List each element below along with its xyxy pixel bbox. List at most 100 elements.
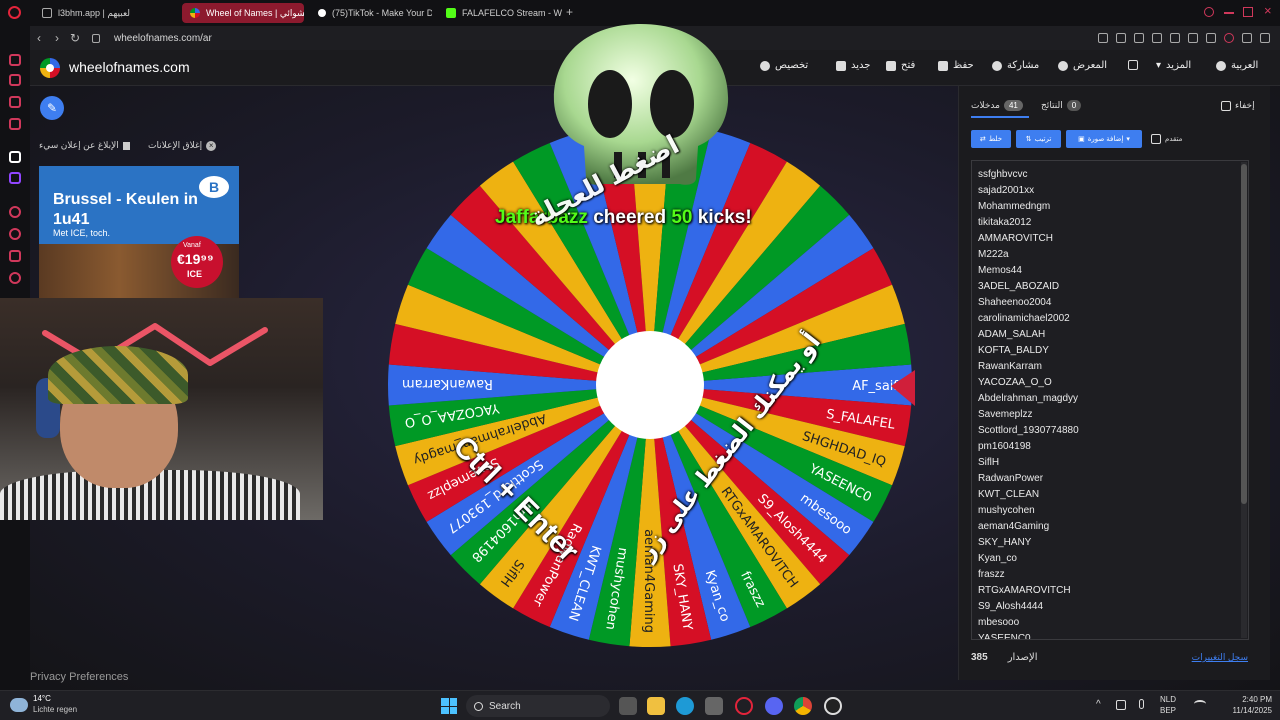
taskbar-search[interactable]: Search [466, 695, 610, 717]
entry-item[interactable]: Mohammedngm [972, 199, 1248, 215]
menu-language[interactable]: العربية [1216, 60, 1258, 71]
tab-entries[interactable]: مدخلات 41 [971, 100, 1023, 111]
wifi-icon[interactable] [1194, 700, 1206, 708]
tab-results[interactable]: النتائج 0 [1041, 100, 1082, 111]
entry-item[interactable]: sajad2001xx [972, 183, 1248, 199]
entries-textarea[interactable]: ssfghbvcvc sajad2001xx Mohammedngm tikitaka… [971, 160, 1249, 640]
chrome-icon[interactable] [794, 697, 812, 715]
changelog-link[interactable]: سجل التغييرات [1192, 652, 1248, 663]
shuffle-button[interactable]: ⇄ خلط [971, 130, 1011, 148]
windows-start-icon[interactable] [441, 698, 457, 714]
entry-item[interactable]: KOFTA_BALDY [972, 343, 1248, 359]
entry-item[interactable]: KWT_CLEAN [972, 487, 1248, 503]
entry-item[interactable]: ssfghbvcvc [972, 167, 1248, 183]
tray-overflow-icon[interactable]: ^ [1096, 699, 1101, 710]
entry-item[interactable]: Memos44 [972, 263, 1248, 279]
entry-item[interactable]: pm1604198 [972, 439, 1248, 455]
entry-item[interactable]: Kyan_co [972, 551, 1248, 567]
menu-gallery[interactable]: المعرض [1058, 60, 1107, 71]
sidebar-app-icon[interactable] [9, 74, 21, 86]
wheelofnames-logo-icon[interactable] [40, 58, 60, 78]
back-icon[interactable]: ‹ [30, 31, 48, 45]
entry-item[interactable]: 3ADEL_ABOZAID [972, 279, 1248, 295]
download-icon[interactable] [1242, 33, 1252, 43]
obs-icon[interactable] [824, 697, 842, 715]
twitch-icon[interactable] [9, 172, 21, 184]
sidebar-app-icon[interactable] [9, 54, 21, 66]
fullscreen-button[interactable] [1128, 60, 1138, 70]
browser-menu-icon[interactable] [1260, 33, 1270, 43]
edge-icon[interactable] [676, 697, 694, 715]
opera-icon[interactable] [735, 697, 753, 715]
screenshot-icon[interactable] [1116, 33, 1126, 43]
menu-new[interactable]: جديد [836, 60, 870, 71]
report-ad-link[interactable]: الإبلاغ عن إعلان سيء [39, 140, 130, 151]
hide-toggle[interactable]: إخفاء [1221, 100, 1255, 111]
entry-item[interactable]: Savemeplzz [972, 407, 1248, 423]
profile-icon[interactable] [1224, 33, 1234, 43]
entry-item[interactable]: Scottlord_1930774880 [972, 423, 1248, 439]
sidebar-app-icon[interactable] [9, 206, 21, 218]
entry-item[interactable]: Shaheenoo2004 [972, 295, 1248, 311]
file-explorer-icon[interactable] [647, 697, 665, 715]
minimize-icon[interactable] [1224, 12, 1234, 14]
history-icon[interactable] [9, 228, 21, 240]
settings-icon[interactable] [9, 272, 21, 284]
reload-icon[interactable]: ↻ [66, 31, 84, 45]
entry-item[interactable]: SKY_HANY [972, 535, 1248, 551]
add-image-button[interactable]: ▣ إضافة صورة ▾ [1066, 130, 1142, 148]
hide-checkbox[interactable] [1221, 100, 1231, 111]
edit-pencil-button[interactable]: ✎ [40, 96, 64, 120]
menu-customize[interactable]: تخصيص [760, 60, 808, 71]
opera-logo-icon[interactable] [8, 6, 21, 19]
entry-item[interactable]: mbesooo [972, 615, 1248, 631]
entry-item[interactable]: SiflH [972, 455, 1248, 471]
entry-item[interactable]: fraszz [972, 567, 1248, 583]
menu-more[interactable]: ▾ المزيد [1156, 60, 1191, 71]
advanced-checkbox[interactable] [1151, 134, 1161, 144]
site-info-icon[interactable] [92, 33, 100, 43]
taskbar-clock[interactable]: 2:40 PM 11/14/2025 [1233, 694, 1272, 716]
forward-icon[interactable]: › [48, 31, 66, 45]
wheel-center-hub[interactable] [596, 331, 704, 439]
sidebar-app-icon[interactable] [9, 250, 21, 262]
advertisement-banner[interactable]: Brussel - Keulen in 1u41 Met ICE, toch. … [39, 166, 239, 298]
heart-icon[interactable] [1206, 33, 1216, 43]
entry-item[interactable]: YACOZAA_O_O [972, 375, 1248, 391]
sidebar-app-icon[interactable] [9, 118, 21, 130]
entry-item[interactable]: RTGxAMAROVITCH [972, 583, 1248, 599]
entry-item[interactable]: Abdelrahman_magdyy [972, 391, 1248, 407]
tab-wheel-of-names[interactable]: Wheel of Names | عشوائي [182, 3, 304, 23]
send-icon[interactable] [1188, 33, 1198, 43]
tab-l3bhm[interactable]: l3bhm.app | لعبيهم [34, 3, 174, 23]
privacy-preferences-link[interactable]: Privacy Preferences [30, 671, 128, 683]
maximize-icon[interactable] [1243, 7, 1253, 17]
entry-item[interactable]: tikitaka2012 [972, 215, 1248, 231]
entry-item[interactable]: carolinamichael2002 [972, 311, 1248, 327]
wallet-icon[interactable] [1152, 33, 1162, 43]
close-window-icon[interactable]: × [1264, 3, 1272, 18]
weather-description[interactable]: Lichte regen [33, 705, 77, 714]
search-tabs-icon[interactable] [1204, 7, 1214, 17]
url-field[interactable]: wheelofnames.com/ar [114, 33, 212, 44]
bookmark-pin-icon[interactable] [1098, 33, 1108, 43]
weather-cloud-icon[interactable] [10, 698, 28, 712]
entry-item[interactable]: ADAM_SALAH [972, 327, 1248, 343]
entry-item[interactable]: aeman4Gaming [972, 519, 1248, 535]
input-language[interactable]: NLD BEP [1160, 694, 1176, 716]
advanced-toggle[interactable]: متقدم [1151, 134, 1182, 144]
new-tab-button[interactable]: + [566, 5, 573, 19]
tab-tiktok[interactable]: (75)TikTok - Make Your D [310, 3, 432, 23]
network-icon[interactable] [1116, 700, 1126, 710]
entry-item[interactable]: RawanKarram [972, 359, 1248, 375]
site-name[interactable]: wheelofnames.com [69, 59, 190, 75]
entry-item[interactable]: S9_Alosh4444 [972, 599, 1248, 615]
spinning-wheel[interactable]: AF_saifSALH_711AM5_BLockRAYDIN_COCO_Avin… [385, 120, 915, 650]
microphone-icon[interactable] [1139, 699, 1144, 709]
menu-share[interactable]: مشاركة [992, 60, 1039, 71]
play-icon[interactable] [1170, 33, 1180, 43]
entries-scroll-thumb[interactable] [1241, 164, 1247, 504]
sort-button[interactable]: ⇅ ترتيب [1016, 130, 1061, 148]
task-view-icon[interactable] [619, 697, 637, 715]
sidebar-app-icon[interactable] [9, 96, 21, 108]
